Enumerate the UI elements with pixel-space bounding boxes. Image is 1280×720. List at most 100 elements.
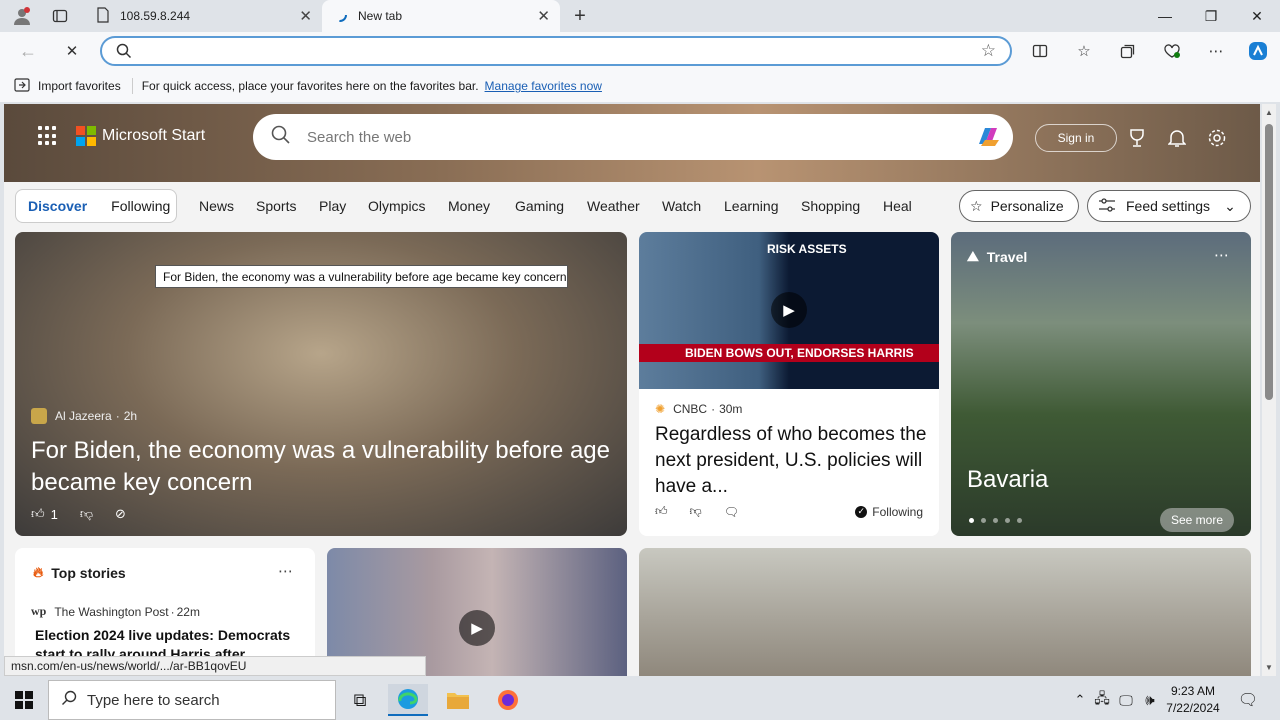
taskbar-search-placeholder: Type here to search bbox=[87, 691, 220, 709]
tab-new-tab[interactable]: New tab ✕ bbox=[322, 0, 560, 32]
more-options-icon[interactable]: ⋯ bbox=[278, 562, 293, 580]
feed-settings-button[interactable]: Feed settings ⌄ bbox=[1087, 190, 1251, 222]
manage-favorites-link[interactable]: Manage favorites now bbox=[485, 79, 602, 93]
search-placeholder: Search the web bbox=[307, 128, 412, 146]
brand: Microsoft Start bbox=[38, 126, 205, 146]
article-actions: 👍︎ 👎︎ 🗨︎ ✓ Following bbox=[655, 504, 923, 519]
scrollbar-thumb[interactable] bbox=[1265, 124, 1273, 400]
personalize-button[interactable]: ☆ Personalize bbox=[959, 190, 1079, 222]
settings-gear-icon[interactable] bbox=[1205, 126, 1229, 150]
carousel-dots[interactable] bbox=[969, 518, 1022, 523]
article-actions: 👍︎ 1 👎︎ ⊘ bbox=[31, 506, 126, 522]
notification-center-icon[interactable]: 🗨︎ bbox=[1228, 684, 1268, 716]
browser-essentials-icon[interactable] bbox=[1160, 40, 1184, 62]
cnbc-logo-icon: ✺ bbox=[655, 402, 666, 416]
cnbc-article-card[interactable]: RISK ASSETS BIDEN BOWS OUT, ENDORSES HAR… bbox=[639, 232, 939, 536]
cnbc-article-title[interactable]: Regardless of who becomes the next presi… bbox=[655, 422, 927, 500]
close-window-button[interactable]: ✕ bbox=[1234, 0, 1280, 32]
favorites-icon[interactable]: ☆ bbox=[1072, 40, 1096, 62]
tab-title: New tab bbox=[358, 9, 403, 23]
see-more-button[interactable]: See more bbox=[1160, 508, 1234, 532]
more-options-icon[interactable]: ⋯ bbox=[1204, 40, 1228, 62]
import-favorites-button[interactable]: Import favorites bbox=[38, 79, 121, 93]
brand-name[interactable]: Microsoft Start bbox=[102, 127, 205, 145]
page-icon bbox=[96, 6, 110, 26]
collections-icon[interactable] bbox=[1116, 40, 1140, 62]
taskbar-search-box[interactable]: Type here to search bbox=[48, 680, 336, 720]
following-badge[interactable]: ✓ Following bbox=[855, 505, 923, 519]
travel-card[interactable]: ⛰ Travel ⋯ Bavaria See more bbox=[951, 232, 1251, 536]
clock-time: 9:23 AM bbox=[1170, 684, 1216, 698]
import-favorites-icon bbox=[14, 77, 30, 95]
category-learning[interactable]: Learning bbox=[724, 198, 779, 214]
like-count: 1 bbox=[50, 506, 58, 522]
like-icon[interactable]: 👍︎ bbox=[655, 504, 668, 519]
travel-title[interactable]: Bavaria bbox=[967, 466, 1048, 494]
like-icon[interactable]: 👍︎ bbox=[31, 506, 45, 522]
dislike-icon[interactable]: 👎︎ bbox=[80, 506, 93, 522]
close-tab-icon[interactable]: ✕ bbox=[299, 7, 312, 25]
loading-icon bbox=[332, 7, 348, 26]
volume-icon[interactable]: 🕪︎ bbox=[1130, 684, 1170, 716]
copilot-icon[interactable] bbox=[973, 122, 1003, 156]
page-scrollbar[interactable]: ▲ ▼ bbox=[1262, 104, 1276, 676]
restore-button[interactable]: ❐ bbox=[1188, 0, 1234, 32]
category-play[interactable]: Play bbox=[319, 198, 346, 214]
travel-icon: ⛰ bbox=[967, 248, 979, 264]
news-ticker: BIDEN BOWS OUT, ENDORSES HARRIS bbox=[639, 344, 939, 362]
category-gaming[interactable]: Gaming bbox=[515, 198, 564, 214]
more-options-icon[interactable]: ⋯ bbox=[1214, 246, 1229, 264]
play-icon[interactable]: ▶ bbox=[459, 610, 495, 646]
minimize-button[interactable]: — bbox=[1142, 0, 1188, 32]
article-age: 2h bbox=[123, 409, 138, 423]
profile-icon[interactable] bbox=[10, 4, 34, 28]
category-watch[interactable]: Watch bbox=[662, 198, 701, 214]
comment-icon[interactable]: 🗨︎ bbox=[724, 505, 739, 519]
taskbar: Type here to search ⧉ ⌃ 🖧︎ 🖵︎ 🕪︎ 9:23 AM… bbox=[0, 680, 1280, 720]
tab-actions-icon[interactable] bbox=[48, 4, 72, 28]
category-weather[interactable]: Weather bbox=[587, 198, 640, 214]
address-bar[interactable]: ☆ bbox=[100, 36, 1012, 66]
dislike-icon[interactable]: 👎︎ bbox=[690, 504, 702, 519]
category-money[interactable]: Money bbox=[448, 198, 490, 214]
sign-in-button[interactable]: Sign in bbox=[1035, 124, 1117, 152]
stop-loading-icon[interactable]: ✕ bbox=[58, 38, 86, 64]
divider bbox=[131, 78, 133, 94]
tab-discover[interactable]: Discover bbox=[16, 198, 99, 214]
category-news[interactable]: News bbox=[199, 198, 234, 214]
windows-start-icon[interactable] bbox=[4, 684, 44, 716]
article-age: 22m bbox=[176, 604, 200, 619]
copilot-icon[interactable] bbox=[1246, 40, 1270, 62]
category-sports[interactable]: Sports bbox=[256, 198, 296, 214]
play-icon[interactable]: ▶ bbox=[771, 292, 807, 328]
category-health[interactable]: Heal bbox=[883, 198, 912, 214]
video-thumbnail[interactable]: RISK ASSETS BIDEN BOWS OUT, ENDORSES HAR… bbox=[639, 232, 939, 389]
task-view-icon[interactable]: ⧉ bbox=[340, 684, 380, 716]
back-icon[interactable]: ← bbox=[14, 38, 42, 64]
thumbnail-title: RISK ASSETS bbox=[767, 242, 847, 256]
image-article-card[interactable] bbox=[639, 548, 1251, 676]
edge-browser-icon[interactable] bbox=[388, 684, 428, 716]
hide-story-icon[interactable]: ⊘ bbox=[115, 506, 126, 522]
hero-article-title[interactable]: For Biden, the economy was a vulnerabili… bbox=[31, 435, 611, 499]
file-explorer-icon[interactable] bbox=[438, 684, 478, 716]
web-search-box[interactable]: Search the web bbox=[253, 114, 1013, 160]
browser-toolbar: ← ✕ ☆ ☆ ⋯ bbox=[0, 32, 1280, 70]
tab-108-59-8-244[interactable]: 108.59.8.244 ✕ bbox=[86, 0, 322, 32]
firefox-icon[interactable] bbox=[488, 684, 528, 716]
sliders-icon bbox=[1098, 197, 1116, 215]
split-screen-icon[interactable] bbox=[1028, 40, 1052, 62]
category-shopping[interactable]: Shopping bbox=[801, 198, 860, 214]
tab-following[interactable]: Following bbox=[99, 198, 182, 214]
rewards-icon[interactable] bbox=[1125, 126, 1149, 150]
clock[interactable]: 9:23 AM 7/22/2024 bbox=[1166, 683, 1220, 717]
msn-page: Microsoft Start Search the web Sign in D… bbox=[4, 104, 1260, 676]
app-launcher-icon[interactable] bbox=[38, 126, 58, 146]
favorite-star-icon[interactable]: ☆ bbox=[981, 41, 996, 61]
new-tab-icon[interactable]: + bbox=[568, 4, 592, 28]
notifications-icon[interactable] bbox=[1165, 126, 1189, 150]
close-tab-icon[interactable]: ✕ bbox=[537, 7, 550, 25]
scroll-down-icon[interactable]: ▼ bbox=[1265, 663, 1273, 672]
scroll-up-icon[interactable]: ▲ bbox=[1265, 108, 1273, 117]
category-olympics[interactable]: Olympics bbox=[368, 198, 426, 214]
